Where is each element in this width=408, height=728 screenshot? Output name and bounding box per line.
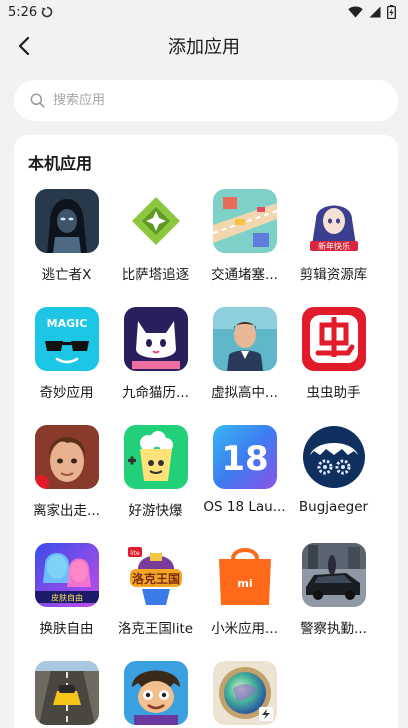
svg-text:18: 18 — [221, 439, 268, 479]
svg-text:新年快乐: 新年快乐 — [318, 241, 350, 251]
app-item[interactable] — [200, 661, 289, 728]
app-label: 洛克王国lite — [117, 621, 194, 637]
mi-store-bag-icon: mi — [212, 543, 277, 607]
anime-girl-icon: 新年快乐 — [301, 189, 366, 253]
app-label: Bugjaeger — [298, 499, 369, 515]
app-item[interactable]: 18 OS 18 Lau... — [200, 425, 289, 519]
app-label: 逃亡者X — [41, 267, 92, 283]
green-diamond-icon — [123, 189, 188, 253]
search-icon — [30, 93, 45, 108]
app-label: 换肤自由 — [39, 621, 94, 637]
cartoon-character-icon — [123, 661, 188, 725]
battery-icon — [387, 5, 396, 19]
svg-text:MAGIC: MAGIC — [46, 317, 87, 330]
status-time: 5:26 — [8, 4, 38, 20]
hooded-figure-icon — [34, 189, 99, 253]
app-item[interactable]: MAGIC 奇妙应用 — [22, 307, 111, 401]
app-label: 比萨塔追逐 — [121, 267, 190, 283]
app-item[interactable]: 虫虫助手 — [289, 307, 378, 401]
local-apps-card: 本机应用 逃亡者X 比萨塔追逐 交通堵塞... 新年快乐 剪辑资源库 MAGIC… — [14, 135, 398, 728]
app-item[interactable]: 警察执勤... — [289, 543, 378, 637]
app-item[interactable]: 离家出走... — [22, 425, 111, 519]
app-item[interactable]: 新年快乐 剪辑资源库 — [289, 189, 378, 283]
traffic-road-icon — [212, 189, 277, 253]
app-label: 小米应用... — [211, 621, 278, 637]
status-bar: 5:26 — [0, 0, 408, 24]
title-bar: 添加应用 — [0, 24, 408, 68]
popcorn-gamepad-icon — [123, 425, 188, 489]
student-avatar-icon — [212, 307, 277, 371]
app-item[interactable]: 逃亡者X — [22, 189, 111, 283]
app-item[interactable]: 比萨塔追逐 — [111, 189, 200, 283]
app-item[interactable]: 好游快爆 — [111, 425, 200, 519]
section-title: 本机应用 — [28, 154, 93, 173]
police-car-icon — [301, 543, 366, 607]
svg-text:洛克王国: 洛克王国 — [131, 571, 179, 586]
app-item[interactable]: 九命猫历... — [111, 307, 200, 401]
search-input[interactable] — [53, 93, 353, 108]
skin-girls-icon: 皮肤自由 — [34, 543, 99, 607]
crystal-ball-icon — [212, 661, 277, 725]
app-label: 警察执勤... — [300, 621, 367, 637]
sync-icon — [41, 6, 53, 18]
app-item[interactable]: 洛克王国 lite 洛克王国lite — [111, 543, 200, 637]
signal-icon — [369, 6, 381, 18]
bug-gear-icon — [301, 425, 366, 489]
magic-sunglasses-icon: MAGIC — [34, 307, 99, 371]
search-bar[interactable] — [14, 80, 398, 121]
boy-portrait-icon — [34, 425, 99, 489]
app-item[interactable]: mi 小米应用... — [200, 543, 289, 637]
app-label: 九命猫历... — [122, 385, 189, 401]
app-label: 离家出走... — [33, 503, 100, 519]
back-button[interactable] — [10, 32, 38, 60]
app-grid: 逃亡者X 比萨塔追逐 交通堵塞... 新年快乐 剪辑资源库 MAGIC 奇妙应用… — [14, 189, 398, 728]
app-item[interactable]: 虚拟高中... — [200, 307, 289, 401]
svg-text:mi: mi — [237, 577, 252, 590]
app-label: 奇妙应用 — [39, 385, 94, 401]
app-item[interactable]: Bugjaeger — [289, 425, 378, 519]
app-label: OS 18 Lau... — [203, 499, 286, 515]
app-item[interactable]: 皮肤自由 换肤自由 — [22, 543, 111, 637]
app-label: 虫虫助手 — [306, 385, 361, 401]
chong-logo-icon — [301, 307, 366, 371]
app-label: 好游快爆 — [128, 503, 183, 519]
app-label: 交通堵塞... — [211, 267, 278, 283]
svg-text:皮肤自由: 皮肤自由 — [51, 593, 83, 603]
ios18-icon: 18 — [212, 425, 277, 489]
page-title: 添加应用 — [168, 37, 240, 58]
white-cat-icon — [123, 307, 188, 371]
app-item[interactable] — [111, 661, 200, 728]
app-label: 虚拟高中... — [211, 385, 278, 401]
app-item[interactable] — [22, 661, 111, 728]
chevron-left-icon — [18, 36, 30, 56]
app-label: 剪辑资源库 — [299, 267, 368, 283]
wifi-icon — [348, 6, 363, 18]
app-item[interactable]: 交通堵塞... — [200, 189, 289, 283]
roco-kingdom-icon: 洛克王国 lite — [123, 543, 188, 607]
svg-text:lite: lite — [130, 550, 140, 557]
racing-car-icon — [34, 661, 99, 725]
